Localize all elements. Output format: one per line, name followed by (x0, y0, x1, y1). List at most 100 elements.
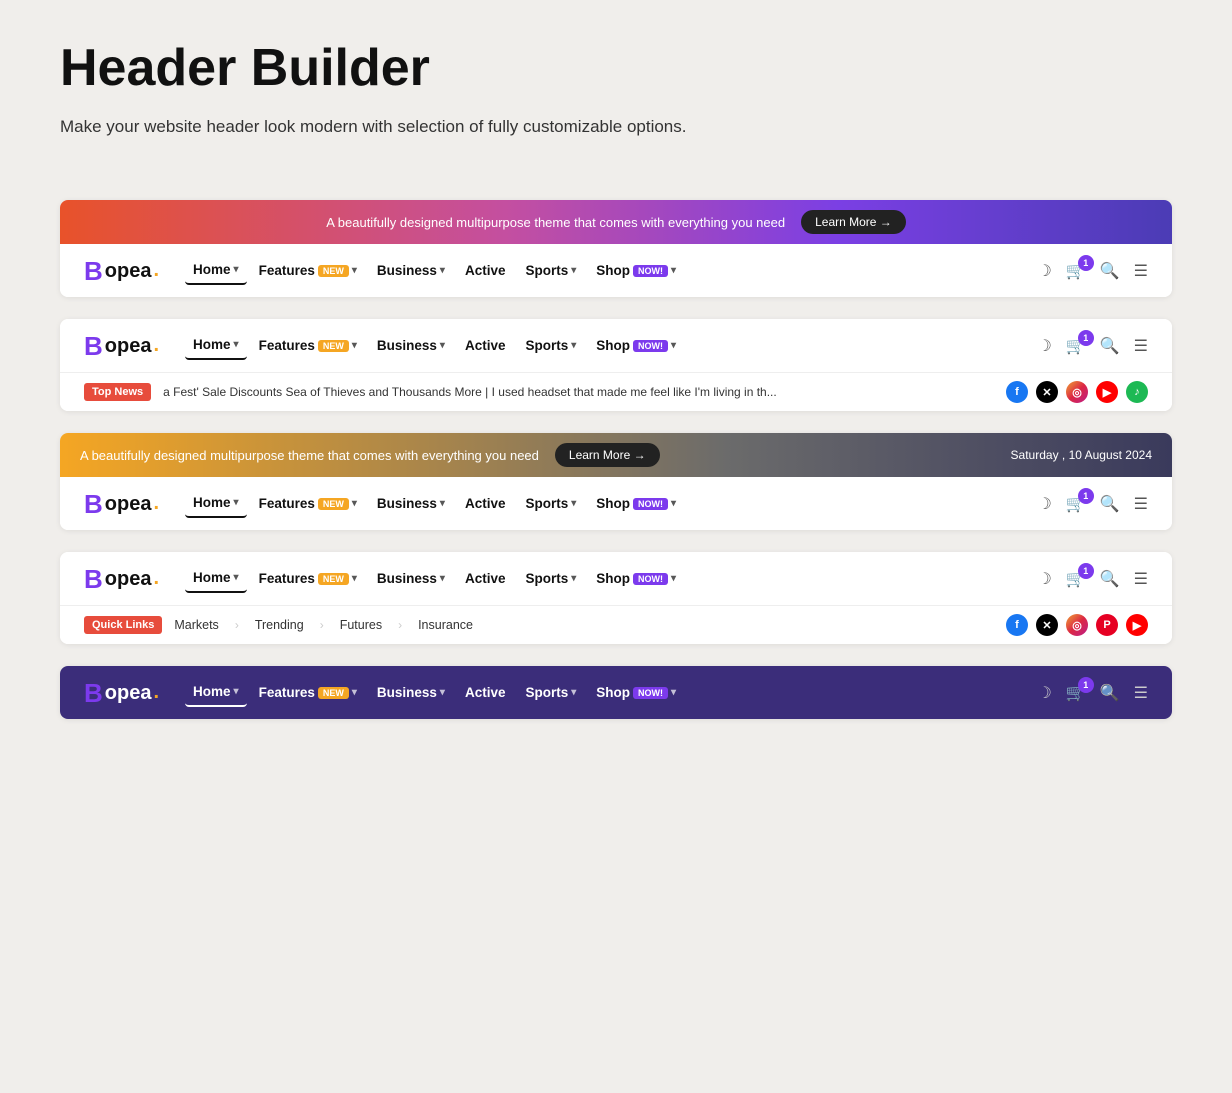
cart-wrap-4[interactable]: 🛒 1 (1066, 569, 1086, 589)
twitter-x-icon-4[interactable]: ✕ (1036, 614, 1058, 636)
logo-b-3: B (84, 491, 103, 517)
facebook-icon-2[interactable]: f (1006, 381, 1028, 403)
logo-dot-3: . (153, 492, 159, 515)
nav-features-4[interactable]: Features New ▾ (251, 565, 365, 592)
page-subtitle: Make your website header look modern wit… (60, 113, 740, 140)
nav-shop-2[interactable]: Shop Now! ▾ (588, 332, 684, 359)
search-icon-3[interactable]: 🔍 (1100, 494, 1120, 514)
menu-icon-2[interactable]: ☰ (1134, 336, 1148, 356)
nav-sports-2[interactable]: Sports ▾ (517, 332, 584, 359)
menu-icon-4[interactable]: ☰ (1134, 569, 1148, 589)
news-text-2: a Fest' Sale Discounts Sea of Thieves an… (163, 385, 994, 399)
search-icon-4[interactable]: 🔍 (1100, 569, 1120, 589)
header-card-4: B opea . Home ▾ Features New ▾ Business … (60, 552, 1172, 644)
nav-sports-1[interactable]: Sports ▾ (517, 257, 584, 284)
logo-b-4: B (84, 566, 103, 592)
search-icon-1[interactable]: 🔍 (1100, 261, 1120, 281)
banner-learn-more-3[interactable]: Learn More → (555, 443, 660, 467)
youtube-icon-4[interactable]: ▶ (1126, 614, 1148, 636)
nav-features-3[interactable]: Features New ▾ (251, 490, 365, 517)
chevron-shop-1: ▾ (671, 265, 676, 276)
quick-futures-4[interactable]: Futures (340, 618, 382, 632)
nav-sports-4[interactable]: Sports ▾ (517, 565, 584, 592)
nav-business-3[interactable]: Business ▾ (369, 490, 453, 517)
nav-shop-1[interactable]: Shop Now! ▾ (588, 257, 684, 284)
header-card-3: A beautifully designed multipurpose them… (60, 433, 1172, 530)
menu-icon-3[interactable]: ☰ (1134, 494, 1148, 514)
header-card-1: A beautifully designed multipurpose them… (60, 200, 1172, 297)
nav-actions-2: ☽ 🛒 1 🔍 ☰ (1037, 336, 1148, 356)
quick-insurance-4[interactable]: Insurance (418, 618, 473, 632)
chevron-shop-3: ▾ (671, 498, 676, 509)
quick-trending-4[interactable]: Trending (255, 618, 304, 632)
chevron-home-2: ▾ (234, 339, 239, 350)
nav-home-4[interactable]: Home ▾ (185, 564, 247, 593)
nav-business-4[interactable]: Business ▾ (369, 565, 453, 592)
cart-wrap-3[interactable]: 🛒 1 (1066, 494, 1086, 514)
nav-business-5[interactable]: Business ▾ (369, 679, 453, 706)
badge-now-1: Now! (633, 265, 668, 277)
logo-b-1: B (84, 258, 103, 284)
navbar-3: B opea . Home ▾ Features New ▾ Business … (60, 477, 1172, 530)
twitter-x-icon-2[interactable]: ✕ (1036, 381, 1058, 403)
nav-shop-5[interactable]: Shop Now! ▾ (588, 679, 684, 706)
sep-2-4: › (320, 618, 324, 632)
nav-active-4[interactable]: Active (457, 565, 514, 592)
cart-wrap-1[interactable]: 🛒 1 (1066, 261, 1086, 281)
instagram-icon-2[interactable]: ◎ (1066, 381, 1088, 403)
nav-sports-3[interactable]: Sports ▾ (517, 490, 584, 517)
badge-new-3: New (318, 498, 349, 510)
nav-active-3[interactable]: Active (457, 490, 514, 517)
dark-mode-icon-3[interactable]: ☽ (1037, 494, 1051, 514)
chevron-sports-5: ▾ (571, 687, 576, 698)
dark-mode-icon-4[interactable]: ☽ (1037, 569, 1051, 589)
nav-features-2[interactable]: Features New ▾ (251, 332, 365, 359)
spotify-icon-2[interactable]: ♪ (1126, 381, 1148, 403)
nav-active-5[interactable]: Active (457, 679, 514, 706)
facebook-icon-4[interactable]: f (1006, 614, 1028, 636)
cart-wrap-5[interactable]: 🛒 1 (1066, 683, 1086, 703)
youtube-icon-2[interactable]: ▶ (1096, 381, 1118, 403)
chevron-features-3: ▾ (352, 498, 357, 509)
navbar-2: B opea . Home ▾ Features New ▾ Business … (60, 319, 1172, 372)
dark-mode-icon-1[interactable]: ☽ (1037, 261, 1051, 281)
nav-features-1[interactable]: Features New ▾ (251, 257, 365, 284)
search-icon-5[interactable]: 🔍 (1100, 683, 1120, 703)
chevron-business-1: ▾ (440, 265, 445, 276)
instagram-icon-4[interactable]: ◎ (1066, 614, 1088, 636)
nav-shop-3[interactable]: Shop Now! ▾ (588, 490, 684, 517)
nav-sports-5[interactable]: Sports ▾ (517, 679, 584, 706)
nav-items-3: Home ▾ Features New ▾ Business ▾ Active … (185, 489, 1031, 518)
nav-shop-4[interactable]: Shop Now! ▾ (588, 565, 684, 592)
quick-links-label-4: Quick Links (84, 616, 162, 634)
logo-dot-4: . (153, 567, 159, 590)
nav-active-1[interactable]: Active (457, 257, 514, 284)
nav-features-5[interactable]: Features New ▾ (251, 679, 365, 706)
chevron-features-5: ▾ (352, 687, 357, 698)
chevron-shop-2: ▾ (671, 340, 676, 351)
chevron-home-3: ▾ (234, 497, 239, 508)
banner-text-3: A beautifully designed multipurpose them… (80, 448, 539, 463)
news-bar-2: Top News a Fest' Sale Discounts Sea of T… (60, 372, 1172, 411)
chevron-sports-3: ▾ (571, 498, 576, 509)
nav-business-2[interactable]: Business ▾ (369, 332, 453, 359)
menu-icon-5[interactable]: ☰ (1134, 683, 1148, 703)
nav-actions-1: ☽ 🛒 1 🔍 ☰ (1037, 261, 1148, 281)
dark-mode-icon-5[interactable]: ☽ (1037, 683, 1051, 703)
cart-wrap-2[interactable]: 🛒 1 (1066, 336, 1086, 356)
top-banner-3: A beautifully designed multipurpose them… (60, 433, 1172, 477)
nav-home-3[interactable]: Home ▾ (185, 489, 247, 518)
nav-home-2[interactable]: Home ▾ (185, 331, 247, 360)
quick-markets-4[interactable]: Markets (174, 618, 218, 632)
nav-business-1[interactable]: Business ▾ (369, 257, 453, 284)
cart-badge-2: 1 (1078, 330, 1094, 346)
pinterest-icon-4[interactable]: P (1096, 614, 1118, 636)
search-icon-2[interactable]: 🔍 (1100, 336, 1120, 356)
nav-home-1[interactable]: Home ▾ (185, 256, 247, 285)
menu-icon-1[interactable]: ☰ (1134, 261, 1148, 281)
nav-active-2[interactable]: Active (457, 332, 514, 359)
logo-b-5: B (84, 680, 103, 706)
banner-learn-more-1[interactable]: Learn More → (801, 210, 906, 234)
nav-home-5[interactable]: Home ▾ (185, 678, 247, 707)
dark-mode-icon-2[interactable]: ☽ (1037, 336, 1051, 356)
